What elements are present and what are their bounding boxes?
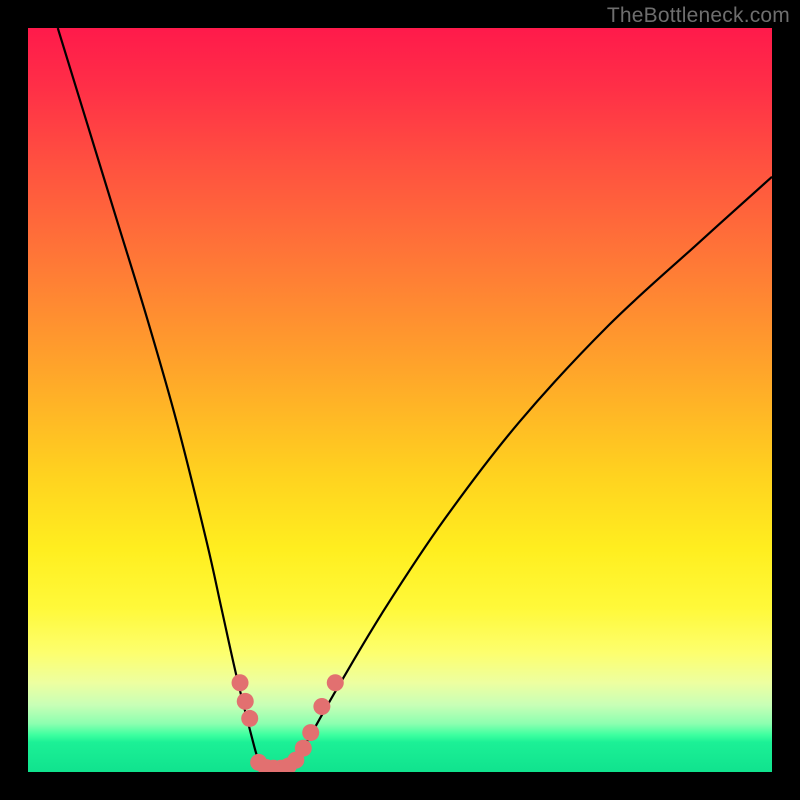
curve-marker [237,693,254,710]
curve-marker [327,674,344,691]
curve-marker [295,740,312,757]
chart-frame: TheBottleneck.com [0,0,800,800]
curve-marker [302,724,319,741]
curve-marker [241,710,258,727]
curve-marker [232,674,249,691]
curve-marker [313,698,330,715]
curve-layer [28,28,772,772]
bottleneck-curve [58,28,772,772]
watermark-text: TheBottleneck.com [607,4,790,28]
plot-area [28,28,772,772]
curve-markers [232,674,344,772]
bottleneck-curve-path [58,28,772,772]
